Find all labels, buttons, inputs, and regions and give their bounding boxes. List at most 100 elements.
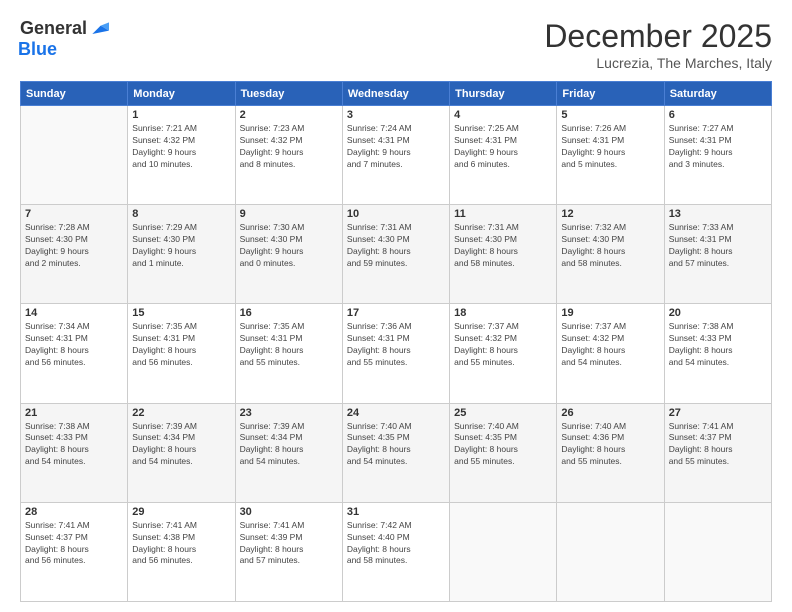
calendar-cell: 24Sunrise: 7:40 AM Sunset: 4:35 PM Dayli… xyxy=(342,403,449,502)
calendar-cell: 10Sunrise: 7:31 AM Sunset: 4:30 PM Dayli… xyxy=(342,205,449,304)
day-number: 25 xyxy=(454,407,552,419)
page: General Blue December 2025 Lucrezia, The… xyxy=(0,0,792,612)
logo-blue-text: Blue xyxy=(18,39,57,60)
day-info: Sunrise: 7:31 AM Sunset: 4:30 PM Dayligh… xyxy=(454,222,552,270)
calendar-cell: 7 Sunrise: 7:28 AM Sunset: 4:30 PM Daylig… xyxy=(21,205,128,304)
calendar-cell: 22 Sunrise: 7:39 AM Sunset: 4:34 PM Dayli… xyxy=(128,403,235,502)
day-number: 14 xyxy=(25,307,123,319)
calendar-cell: 9 Sunrise: 7:30 AM Sunset: 4:30 PM Daylig… xyxy=(235,205,342,304)
calendar-cell xyxy=(21,106,128,205)
calendar-cell: 20 Sunrise: 7:38 AM Sunset: 4:33 PM Dayli… xyxy=(664,304,771,403)
calendar-cell: 31Sunrise: 7:42 AM Sunset: 4:40 PM Dayli… xyxy=(342,502,449,601)
calendar-cell: 17 Sunrise: 7:36 AM Sunset: 4:31 PM Dayli… xyxy=(342,304,449,403)
calendar-cell: 23 Sunrise: 7:39 AM Sunset: 4:34 PM Dayli… xyxy=(235,403,342,502)
header-thursday: Thursday xyxy=(450,82,557,106)
day-number: 13 xyxy=(669,208,767,220)
calendar-cell: 12 Sunrise: 7:32 AM Sunset: 4:30 PM Dayli… xyxy=(557,205,664,304)
day-number: 22 xyxy=(132,407,230,419)
day-number: 10 xyxy=(347,208,445,220)
calendar-cell xyxy=(557,502,664,601)
day-number: 28 xyxy=(25,506,123,518)
header: General Blue December 2025 Lucrezia, The… xyxy=(20,18,772,71)
day-number: 1 xyxy=(132,109,230,121)
calendar-cell: 27Sunrise: 7:41 AM Sunset: 4:37 PM Dayli… xyxy=(664,403,771,502)
day-number: 20 xyxy=(669,307,767,319)
logo-general-text: General xyxy=(20,18,87,39)
header-monday: Monday xyxy=(128,82,235,106)
title-block: December 2025 Lucrezia, The Marches, Ita… xyxy=(544,18,772,71)
day-number: 2 xyxy=(240,109,338,121)
month-title: December 2025 xyxy=(544,18,772,55)
day-number: 21 xyxy=(25,407,123,419)
calendar-cell: 4 Sunrise: 7:25 AM Sunset: 4:31 PM Daylig… xyxy=(450,106,557,205)
day-number: 16 xyxy=(240,307,338,319)
day-info: Sunrise: 7:40 AM Sunset: 4:35 PM Dayligh… xyxy=(454,421,552,469)
day-number: 30 xyxy=(240,506,338,518)
calendar-cell: 14 Sunrise: 7:34 AM Sunset: 4:31 PM Dayli… xyxy=(21,304,128,403)
day-number: 4 xyxy=(454,109,552,121)
header-wednesday: Wednesday xyxy=(342,82,449,106)
header-sunday: Sunday xyxy=(21,82,128,106)
calendar-cell: 2 Sunrise: 7:23 AM Sunset: 4:32 PM Daylig… xyxy=(235,106,342,205)
day-number: 12 xyxy=(561,208,659,220)
day-info: Sunrise: 7:30 AM Sunset: 4:30 PM Dayligh… xyxy=(240,222,338,270)
header-saturday: Saturday xyxy=(664,82,771,106)
day-info: Sunrise: 7:39 AM Sunset: 4:34 PM Dayligh… xyxy=(132,421,230,469)
day-info: Sunrise: 7:35 AM Sunset: 4:31 PM Dayligh… xyxy=(240,321,338,369)
day-info: Sunrise: 7:39 AM Sunset: 4:34 PM Dayligh… xyxy=(240,421,338,469)
day-number: 17 xyxy=(347,307,445,319)
day-info: Sunrise: 7:32 AM Sunset: 4:30 PM Dayligh… xyxy=(561,222,659,270)
day-info: Sunrise: 7:41 AM Sunset: 4:38 PM Dayligh… xyxy=(132,520,230,568)
logo: General Blue xyxy=(20,18,109,60)
calendar-cell: 1 Sunrise: 7:21 AM Sunset: 4:32 PM Daylig… xyxy=(128,106,235,205)
day-info: Sunrise: 7:23 AM Sunset: 4:32 PM Dayligh… xyxy=(240,123,338,171)
calendar-cell: 29Sunrise: 7:41 AM Sunset: 4:38 PM Dayli… xyxy=(128,502,235,601)
day-info: Sunrise: 7:26 AM Sunset: 4:31 PM Dayligh… xyxy=(561,123,659,171)
day-number: 5 xyxy=(561,109,659,121)
day-info: Sunrise: 7:21 AM Sunset: 4:32 PM Dayligh… xyxy=(132,123,230,171)
day-info: Sunrise: 7:36 AM Sunset: 4:31 PM Dayligh… xyxy=(347,321,445,369)
day-number: 24 xyxy=(347,407,445,419)
day-info: Sunrise: 7:28 AM Sunset: 4:30 PM Dayligh… xyxy=(25,222,123,270)
calendar-table: Sunday Monday Tuesday Wednesday Thursday… xyxy=(20,81,772,602)
day-info: Sunrise: 7:34 AM Sunset: 4:31 PM Dayligh… xyxy=(25,321,123,369)
calendar-cell: 6 Sunrise: 7:27 AM Sunset: 4:31 PM Daylig… xyxy=(664,106,771,205)
day-number: 31 xyxy=(347,506,445,518)
day-info: Sunrise: 7:33 AM Sunset: 4:31 PM Dayligh… xyxy=(669,222,767,270)
calendar-cell xyxy=(664,502,771,601)
day-number: 27 xyxy=(669,407,767,419)
calendar-cell xyxy=(450,502,557,601)
day-number: 9 xyxy=(240,208,338,220)
calendar-cell: 8Sunrise: 7:29 AM Sunset: 4:30 PM Daylig… xyxy=(128,205,235,304)
logo-icon xyxy=(89,19,109,39)
day-number: 23 xyxy=(240,407,338,419)
calendar-cell: 15Sunrise: 7:35 AM Sunset: 4:31 PM Dayli… xyxy=(128,304,235,403)
day-info: Sunrise: 7:41 AM Sunset: 4:37 PM Dayligh… xyxy=(25,520,123,568)
day-number: 19 xyxy=(561,307,659,319)
day-info: Sunrise: 7:38 AM Sunset: 4:33 PM Dayligh… xyxy=(669,321,767,369)
day-number: 6 xyxy=(669,109,767,121)
calendar-cell: 30 Sunrise: 7:41 AM Sunset: 4:39 PM Dayli… xyxy=(235,502,342,601)
day-info: Sunrise: 7:37 AM Sunset: 4:32 PM Dayligh… xyxy=(561,321,659,369)
day-number: 3 xyxy=(347,109,445,121)
day-info: Sunrise: 7:41 AM Sunset: 4:39 PM Dayligh… xyxy=(240,520,338,568)
day-info: Sunrise: 7:38 AM Sunset: 4:33 PM Dayligh… xyxy=(25,421,123,469)
day-info: Sunrise: 7:25 AM Sunset: 4:31 PM Dayligh… xyxy=(454,123,552,171)
calendar-cell: 5 Sunrise: 7:26 AM Sunset: 4:31 PM Daylig… xyxy=(557,106,664,205)
day-number: 7 xyxy=(25,208,123,220)
calendar-cell: 25 Sunrise: 7:40 AM Sunset: 4:35 PM Dayli… xyxy=(450,403,557,502)
day-info: Sunrise: 7:24 AM Sunset: 4:31 PM Dayligh… xyxy=(347,123,445,171)
calendar-cell: 11 Sunrise: 7:31 AM Sunset: 4:30 PM Dayli… xyxy=(450,205,557,304)
day-number: 26 xyxy=(561,407,659,419)
calendar-cell: 21 Sunrise: 7:38 AM Sunset: 4:33 PM Dayli… xyxy=(21,403,128,502)
day-info: Sunrise: 7:29 AM Sunset: 4:30 PM Dayligh… xyxy=(132,222,230,270)
calendar-cell: 26Sunrise: 7:40 AM Sunset: 4:36 PM Dayli… xyxy=(557,403,664,502)
day-number: 11 xyxy=(454,208,552,220)
day-info: Sunrise: 7:35 AM Sunset: 4:31 PM Dayligh… xyxy=(132,321,230,369)
day-info: Sunrise: 7:27 AM Sunset: 4:31 PM Dayligh… xyxy=(669,123,767,171)
calendar-cell: 19 Sunrise: 7:37 AM Sunset: 4:32 PM Dayli… xyxy=(557,304,664,403)
calendar-cell: 28 Sunrise: 7:41 AM Sunset: 4:37 PM Dayli… xyxy=(21,502,128,601)
day-number: 18 xyxy=(454,307,552,319)
calendar-cell: 13 Sunrise: 7:33 AM Sunset: 4:31 PM Dayli… xyxy=(664,205,771,304)
header-tuesday: Tuesday xyxy=(235,82,342,106)
